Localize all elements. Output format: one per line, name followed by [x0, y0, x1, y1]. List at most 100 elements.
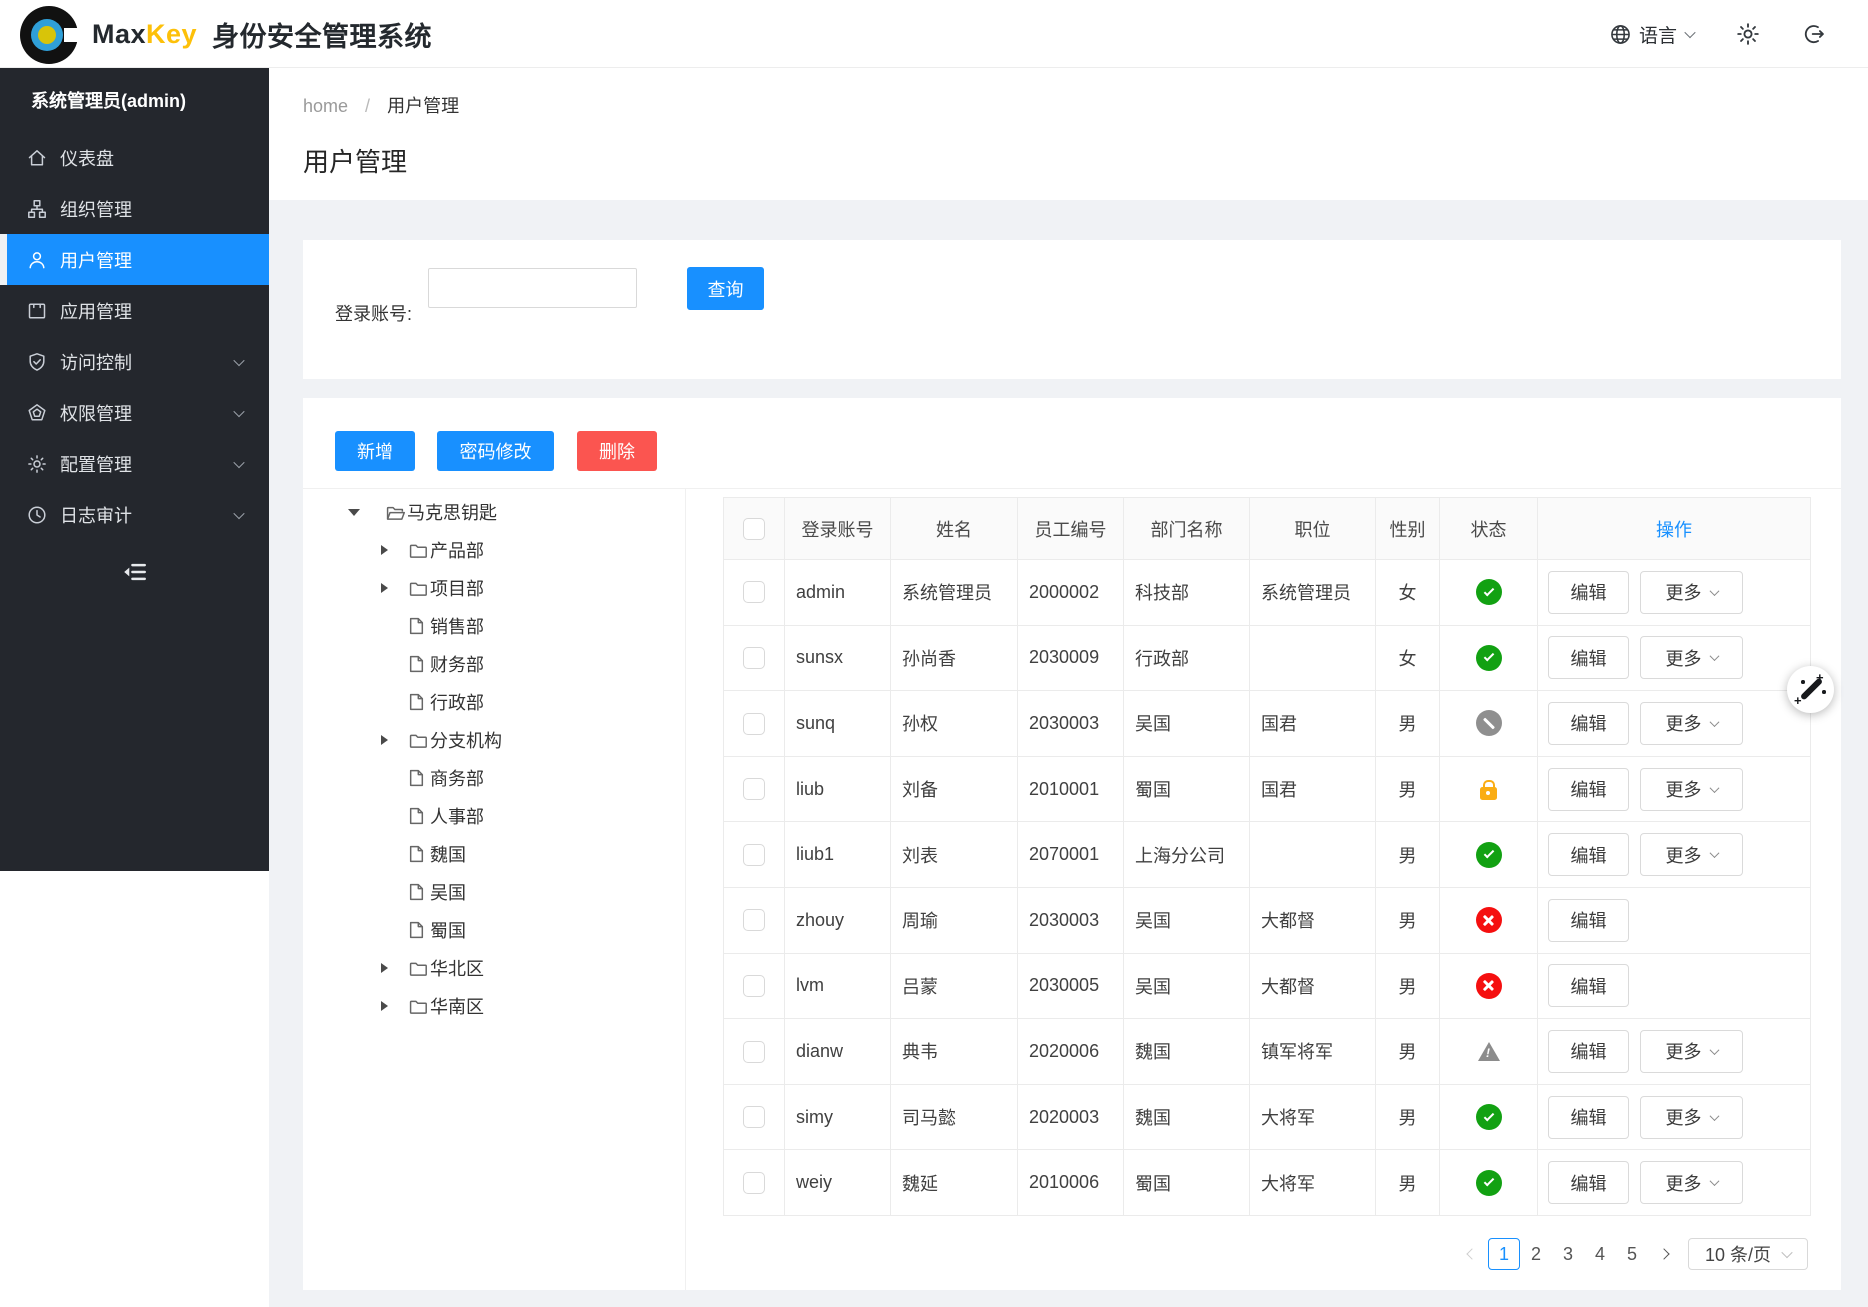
page-size-select[interactable]: 10 条/页: [1688, 1238, 1808, 1270]
login-account-input[interactable]: [428, 268, 637, 308]
tree-node[interactable]: 吴国: [303, 873, 684, 911]
delete-button[interactable]: 删除: [577, 431, 657, 471]
chevron-down-icon: [233, 508, 244, 519]
edit-button[interactable]: 编辑: [1548, 571, 1629, 614]
edit-button[interactable]: 编辑: [1548, 899, 1629, 942]
add-button[interactable]: 新增: [335, 431, 415, 471]
sidebar-item-access[interactable]: 访问控制: [0, 336, 269, 387]
cell-name: 典韦: [891, 1019, 1018, 1085]
edit-button[interactable]: 编辑: [1548, 1161, 1629, 1204]
row-checkbox[interactable]: [743, 713, 765, 735]
sidebar-item-org[interactable]: 组织管理: [0, 183, 269, 234]
query-button[interactable]: 查询: [687, 267, 764, 310]
sidebar-item-dashboard[interactable]: 仪表盘: [0, 132, 269, 183]
tree-node[interactable]: 人事部: [303, 797, 684, 835]
row-checkbox[interactable]: [743, 1041, 765, 1063]
edit-button[interactable]: 编辑: [1548, 636, 1629, 679]
tree-node[interactable]: 商务部: [303, 759, 684, 797]
more-button[interactable]: 更多: [1640, 702, 1743, 745]
tree-node[interactable]: 销售部: [303, 607, 684, 645]
tree-node[interactable]: 魏国: [303, 835, 684, 873]
settings-gear-icon[interactable]: [1736, 22, 1760, 46]
language-selector[interactable]: 语言: [1609, 21, 1694, 48]
cell-department: 魏国: [1124, 1019, 1250, 1085]
row-checkbox[interactable]: [743, 1172, 765, 1194]
more-button[interactable]: 更多: [1640, 833, 1743, 876]
page-button-2[interactable]: 2: [1520, 1238, 1552, 1270]
logout-icon[interactable]: [1802, 22, 1826, 46]
edit-button[interactable]: 编辑: [1548, 1030, 1629, 1073]
caret-right-icon[interactable]: [381, 735, 388, 745]
row-checkbox[interactable]: [743, 844, 765, 866]
more-button[interactable]: 更多: [1640, 1030, 1743, 1073]
more-button[interactable]: 更多: [1640, 636, 1743, 679]
change-password-button[interactable]: 密码修改: [437, 431, 554, 471]
caret-right-icon[interactable]: [381, 583, 388, 593]
page-button-3[interactable]: 3: [1552, 1238, 1584, 1270]
next-page-button[interactable]: [1648, 1238, 1680, 1270]
status-rejected-x-icon: [1476, 907, 1502, 933]
tree-node-label: 华北区: [430, 955, 484, 981]
tree-node-label: 华南区: [430, 993, 484, 1019]
more-button[interactable]: 更多: [1640, 1096, 1743, 1139]
tree-node[interactable]: 华南区: [303, 987, 684, 1025]
app-title: 身份安全管理系统: [212, 15, 432, 54]
row-checkbox-cell: [724, 887, 785, 953]
edit-button[interactable]: 编辑: [1548, 768, 1629, 811]
row-checkbox[interactable]: [743, 581, 765, 603]
file-icon: [409, 617, 428, 635]
row-checkbox[interactable]: [743, 778, 765, 800]
more-button-label: 更多: [1666, 1170, 1702, 1196]
cell-actions: 编辑更多: [1538, 691, 1811, 757]
breadcrumb-home[interactable]: home: [303, 96, 348, 116]
row-checkbox-cell: [724, 822, 785, 888]
more-button-label: 更多: [1666, 1104, 1702, 1130]
tree-node[interactable]: 蜀国: [303, 911, 684, 949]
prev-page-button[interactable]: [1456, 1238, 1488, 1270]
wand-sparkle: +: [1794, 694, 1802, 707]
page-size-value: 10 条/页: [1705, 1241, 1771, 1267]
cell-gender: 男: [1376, 1084, 1440, 1150]
cell-account: sunq: [785, 691, 891, 757]
page-button-1[interactable]: 1: [1488, 1238, 1520, 1270]
tree-node[interactable]: 华北区: [303, 949, 684, 987]
gear-icon: [27, 454, 47, 474]
sidebar-item-permission[interactable]: 权限管理: [0, 387, 269, 438]
sidebar-item-user[interactable]: 用户管理: [0, 234, 269, 285]
edit-button[interactable]: 编辑: [1548, 702, 1629, 745]
tree-node[interactable]: 项目部: [303, 569, 684, 607]
row-checkbox[interactable]: [743, 909, 765, 931]
edit-button[interactable]: 编辑: [1548, 833, 1629, 876]
sidebar-item-config[interactable]: 配置管理: [0, 438, 269, 489]
page-button-4[interactable]: 4: [1584, 1238, 1616, 1270]
row-checkbox[interactable]: [743, 975, 765, 997]
edit-button[interactable]: 编辑: [1548, 1096, 1629, 1139]
tree-node-root[interactable]: 马克思钥匙: [303, 493, 684, 531]
row-checkbox-cell: [724, 953, 785, 1019]
sidebar-collapse-icon[interactable]: [122, 559, 148, 585]
table-row: lvm吕蒙2030005吴国大都督男编辑: [724, 953, 1811, 1019]
tree-node[interactable]: 行政部: [303, 683, 684, 721]
cell-status: [1440, 953, 1538, 1019]
cell-name: 刘备: [891, 756, 1018, 822]
more-button[interactable]: 更多: [1640, 768, 1743, 811]
caret-right-icon[interactable]: [381, 1001, 388, 1011]
caret-down-icon[interactable]: [348, 509, 360, 516]
sidebar-item-app[interactable]: 应用管理: [0, 285, 269, 336]
more-button[interactable]: 更多: [1640, 1161, 1743, 1204]
page-button-5[interactable]: 5: [1616, 1238, 1648, 1270]
select-all-checkbox[interactable]: [743, 518, 765, 540]
tree-node[interactable]: 产品部: [303, 531, 684, 569]
caret-right-icon[interactable]: [381, 963, 388, 973]
tree-node[interactable]: 分支机构: [303, 721, 684, 759]
sidebar-item-audit[interactable]: 日志审计: [0, 489, 269, 540]
cell-employee_id: 2030009: [1018, 625, 1124, 691]
row-checkbox[interactable]: [743, 1106, 765, 1128]
cell-employee_id: 2020006: [1018, 1019, 1124, 1085]
row-checkbox[interactable]: [743, 647, 765, 669]
tree-node-label: 财务部: [430, 651, 484, 677]
caret-right-icon[interactable]: [381, 545, 388, 555]
more-button[interactable]: 更多: [1640, 571, 1743, 614]
edit-button[interactable]: 编辑: [1548, 964, 1629, 1007]
tree-node[interactable]: 财务部: [303, 645, 684, 683]
